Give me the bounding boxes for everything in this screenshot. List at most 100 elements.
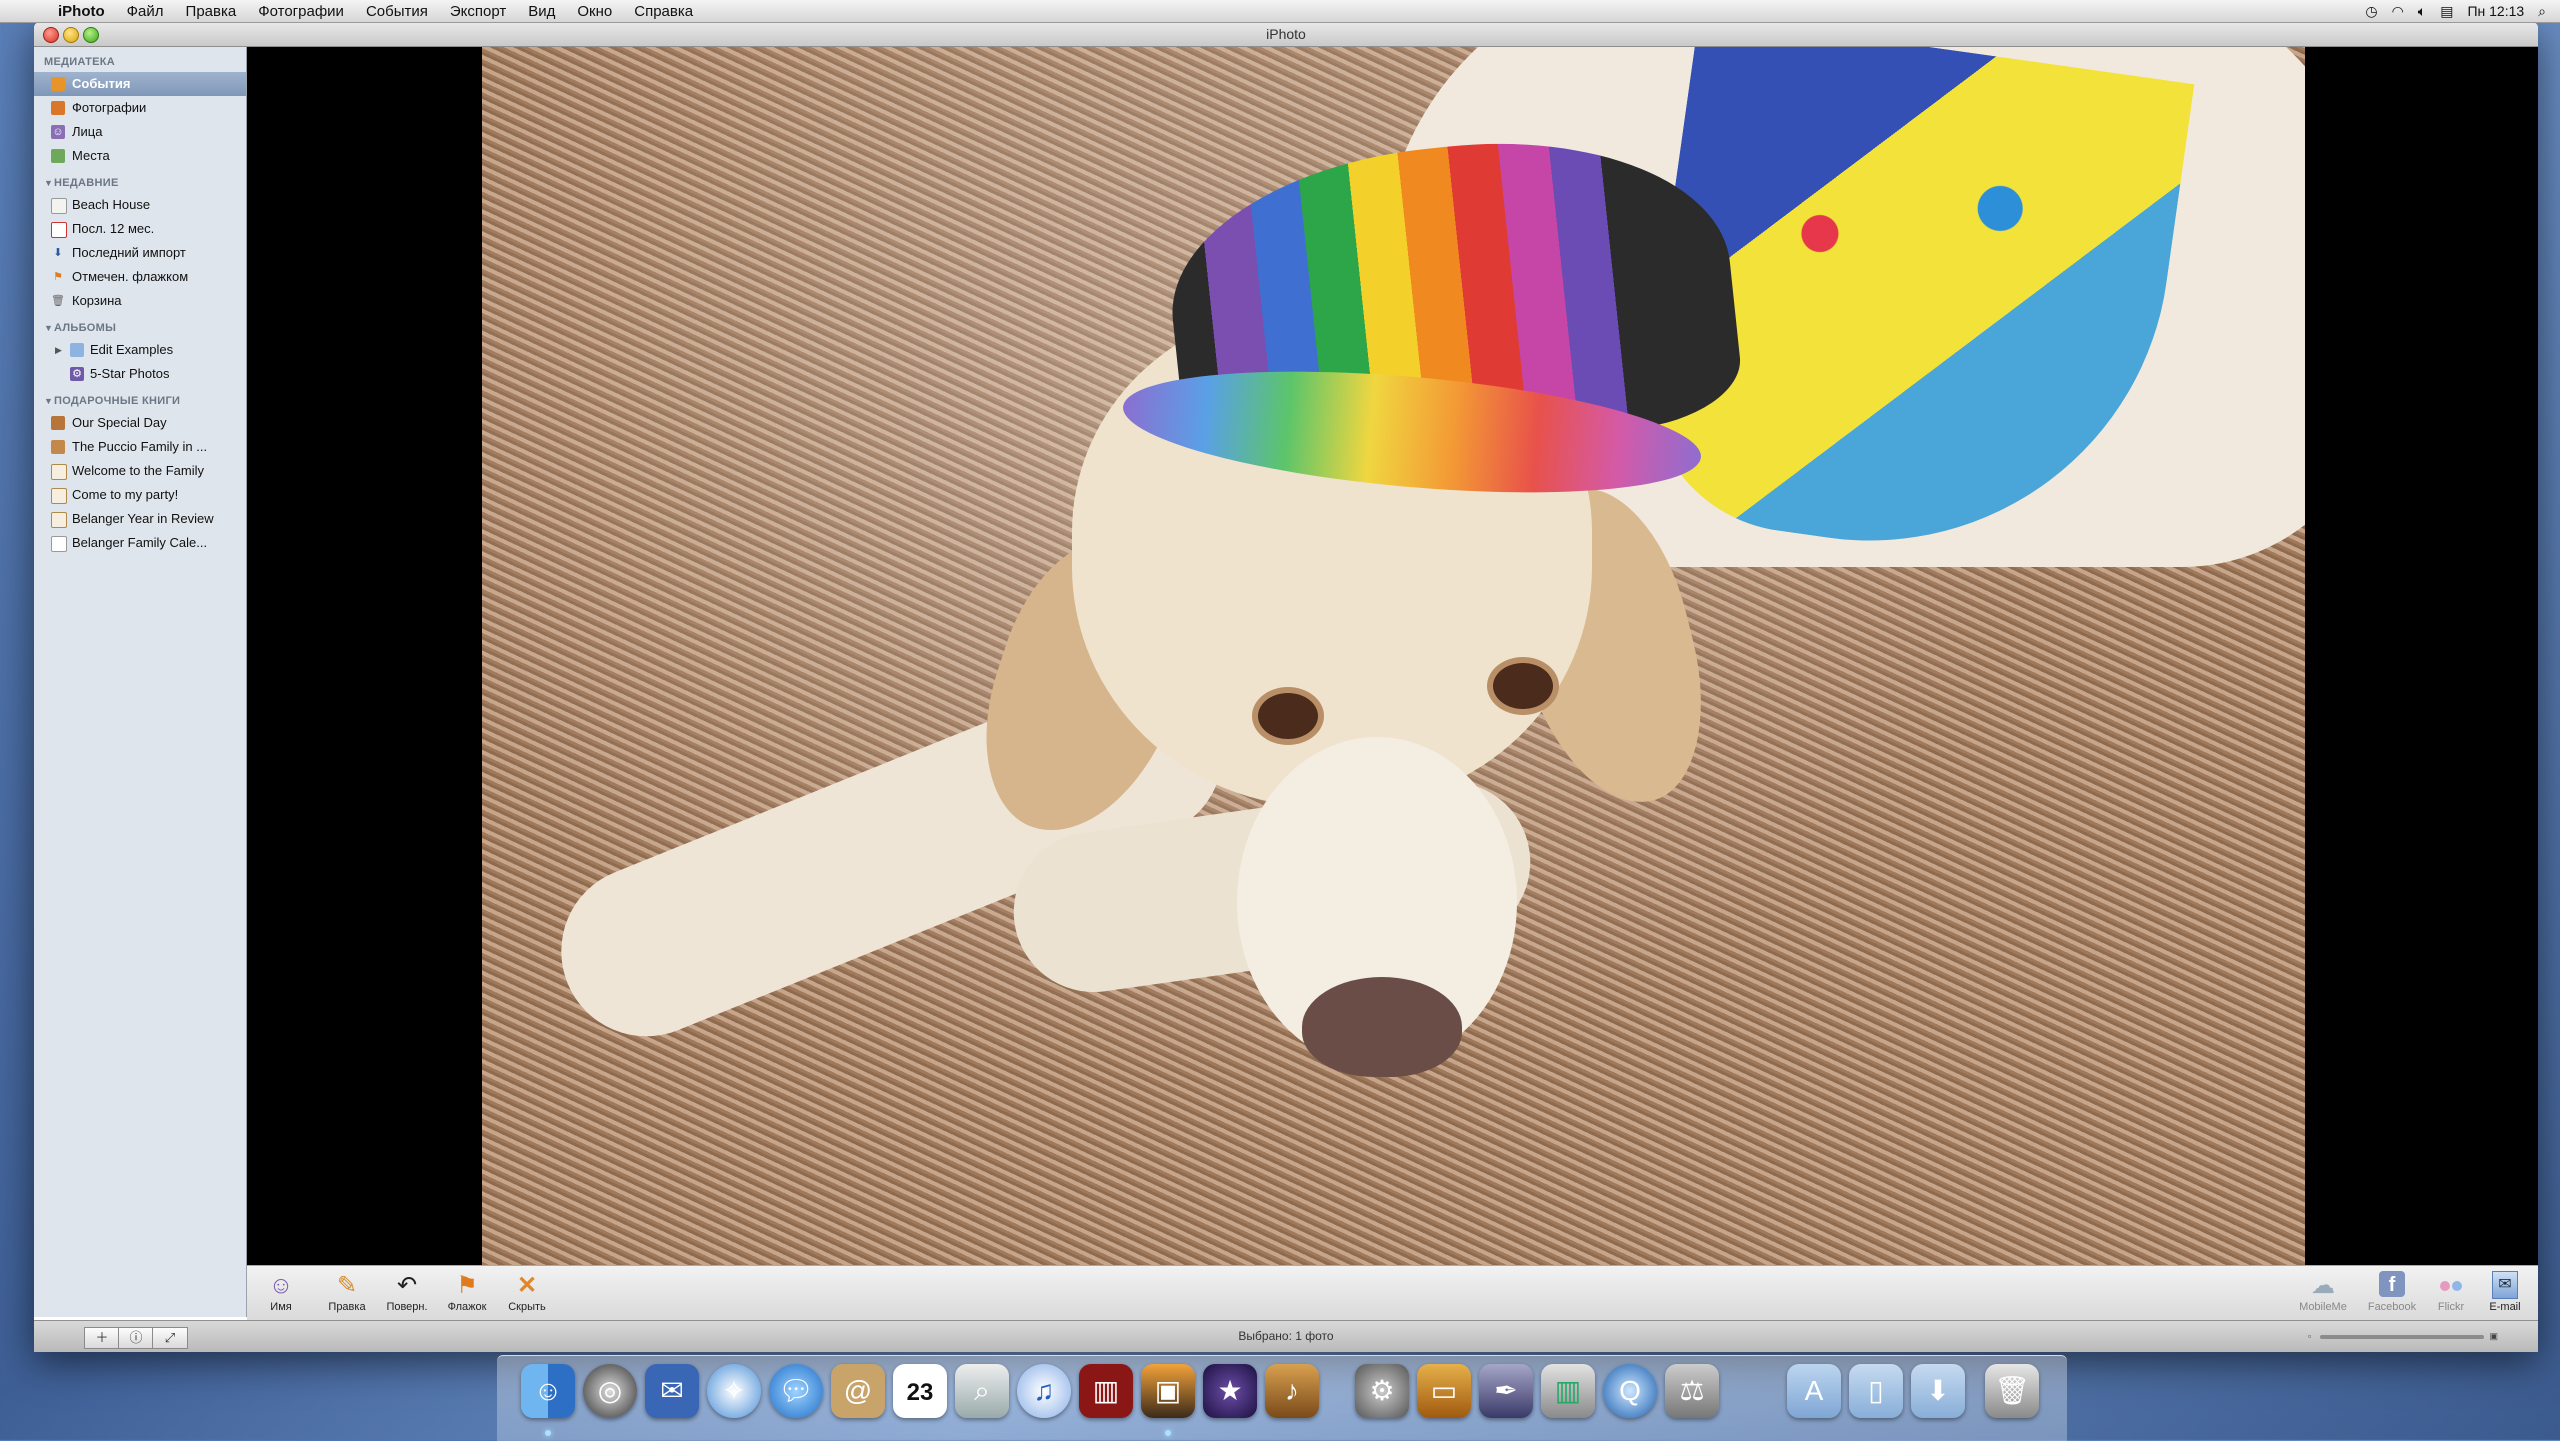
sidebar-item-last-12-months[interactable]: Посл. 12 мес.: [34, 217, 242, 241]
flag-button[interactable]: ⚑ Флажок: [437, 1271, 497, 1313]
volume-icon[interactable]: 🔈︎: [2418, 3, 2426, 20]
photo-viewer[interactable]: [247, 47, 2538, 1265]
sidebar-item-book[interactable]: The Puccio Family in ...: [34, 435, 242, 459]
menu-export[interactable]: Экспорт: [450, 3, 506, 20]
applications-folder-icon[interactable]: A: [1787, 1364, 1841, 1418]
sidebar-item-label: События: [72, 76, 131, 91]
disclosure-triangle-icon[interactable]: ▼: [44, 323, 54, 333]
garageband-icon[interactable]: ♪: [1265, 1364, 1319, 1418]
folder-disclosure-icon[interactable]: ▶: [55, 338, 62, 362]
time-machine-icon[interactable]: ◷: [2365, 3, 2377, 20]
downloads-folder-icon[interactable]: ⬇: [1911, 1364, 1965, 1418]
menu-file[interactable]: Файл: [127, 3, 164, 20]
sidebar-item-label: Отмечен. флажком: [72, 269, 189, 284]
sidebar-item-label: Our Special Day: [72, 415, 167, 430]
sidebar-item-calendar[interactable]: Belanger Family Cale...: [34, 531, 242, 555]
sidebar-item-edit-examples[interactable]: ▶ Edit Examples: [34, 338, 242, 362]
address-book-icon[interactable]: @: [831, 1364, 885, 1418]
name-button[interactable]: ☺ Имя: [251, 1271, 311, 1313]
flag-input-icon[interactable]: ▤: [2440, 3, 2453, 20]
preview-icon[interactable]: ⌕: [955, 1364, 1009, 1418]
selection-status: Выбрано: 1 фото: [1238, 1329, 1334, 1343]
menu-events[interactable]: События: [366, 3, 428, 20]
ichat-icon[interactable]: 💬︎: [769, 1364, 823, 1418]
sidebar-item-last-import[interactable]: ⬇ Последний импорт: [34, 241, 242, 265]
utilities-icon[interactable]: ⚖: [1665, 1364, 1719, 1418]
section-recent[interactable]: ▼НЕДАВНИЕ: [44, 177, 246, 189]
documents-folder-icon[interactable]: ▯: [1849, 1364, 1903, 1418]
sidebar-item-label: Welcome to the Family: [72, 463, 204, 478]
sidebar-item-label: Посл. 12 мес.: [72, 221, 155, 236]
sidebar-item-card[interactable]: Welcome to the Family: [34, 459, 242, 483]
sidebar-item-photos[interactable]: Фотографии: [34, 96, 242, 120]
sidebar-item-events[interactable]: События: [34, 72, 246, 96]
sidebar-item-card[interactable]: Come to my party!: [34, 483, 242, 507]
status-bar: ＋ ⓘ ⤢ Выбрано: 1 фото ▫ ▣: [34, 1320, 2538, 1352]
ical-icon[interactable]: 23: [893, 1364, 947, 1418]
sidebar-item-card[interactable]: Belanger Year in Review: [34, 507, 242, 531]
trash-icon[interactable]: 🗑︎: [1985, 1364, 2039, 1418]
clock[interactable]: Пн 12:13: [2467, 3, 2524, 19]
trash-icon: 🗑︎: [51, 295, 65, 307]
menu-help[interactable]: Справка: [634, 3, 693, 20]
keynote-icon[interactable]: ▭: [1417, 1364, 1471, 1418]
menu-photos[interactable]: Фотографии: [258, 3, 344, 20]
sidebar-item-book[interactable]: Our Special Day: [34, 411, 242, 435]
menu-window[interactable]: Окно: [577, 3, 612, 20]
disclosure-triangle-icon[interactable]: ▼: [44, 396, 54, 406]
pencil-icon: ✎: [336, 1272, 358, 1299]
flag-icon: ⚑: [456, 1272, 478, 1299]
numbers-icon[interactable]: ▥: [1541, 1364, 1595, 1418]
wifi-icon[interactable]: ◠: [2392, 3, 2404, 20]
sidebar-item-beach-house[interactable]: Beach House: [34, 193, 242, 217]
book-icon: [51, 440, 65, 454]
mobileme-button[interactable]: ☁ MobileMe: [2291, 1271, 2355, 1313]
pages-icon[interactable]: ✒: [1479, 1364, 1533, 1418]
card-icon: [51, 512, 67, 528]
menu-app-name[interactable]: iPhoto: [58, 3, 105, 20]
edit-button[interactable]: ✎ Правка: [317, 1271, 377, 1313]
email-button[interactable]: ✉ E-mail: [2473, 1271, 2537, 1313]
imovie-icon[interactable]: ★: [1203, 1364, 1257, 1418]
sidebar-item-label: 5-Star Photos: [90, 366, 170, 381]
rotate-button[interactable]: ↶ Поверн.: [377, 1271, 437, 1313]
facebook-button[interactable]: f Facebook: [2360, 1271, 2424, 1313]
iphoto-window: iPhoto МЕДИАТЕКА События Фотографии ☺ Ли…: [34, 22, 2538, 1352]
system-preferences-icon[interactable]: ⚙: [1355, 1364, 1409, 1418]
sidebar-item-places[interactable]: Места: [34, 144, 242, 168]
dog-nose-shape: [1302, 977, 1462, 1077]
cloud-icon: ☁: [2311, 1272, 2335, 1299]
section-books[interactable]: ▼ПОДАРОЧНЫЕ КНИГИ: [44, 395, 246, 407]
sidebar-item-trash[interactable]: 🗑︎ Корзина: [34, 289, 242, 313]
large-thumb-icon: ▣: [2489, 1331, 2498, 1341]
flag-icon: ⚑: [53, 271, 63, 283]
sidebar-item-label: Beach House: [72, 197, 151, 212]
sidebar-item-5-star[interactable]: ⚙ 5-Star Photos: [34, 362, 242, 386]
sidebar-item-flagged[interactable]: ⚑ Отмечен. флажком: [34, 265, 242, 289]
rotate-icon: ↶: [396, 1272, 418, 1299]
spotlight-icon[interactable]: ⌕: [2538, 3, 2546, 20]
finder-icon[interactable]: ☺: [521, 1364, 575, 1418]
hide-button[interactable]: ✕ Скрыть: [497, 1271, 557, 1313]
title-bar[interactable]: iPhoto: [34, 22, 2538, 47]
menu-view[interactable]: Вид: [528, 3, 555, 20]
faces-icon: ☺: [268, 1272, 294, 1299]
menu-edit[interactable]: Правка: [186, 3, 237, 20]
sidebar-item-label: Come to my party!: [72, 487, 179, 502]
itunes-icon[interactable]: ♫: [1017, 1364, 1071, 1418]
dock: ☺ ◎ ✉ ✧ 💬︎ @ 23 ⌕ ♫ ▥ ▣ ★ ♪ ⚙ ▭ ✒ ▥ Q ⚖ …: [497, 1355, 2067, 1441]
slider-track[interactable]: [2320, 1335, 2484, 1339]
iphoto-icon[interactable]: ▣: [1141, 1364, 1195, 1418]
quicktime-icon[interactable]: Q: [1603, 1364, 1657, 1418]
front-row-icon[interactable]: ▥: [1079, 1364, 1133, 1418]
mail-icon[interactable]: ✉: [645, 1364, 699, 1418]
dashboard-icon[interactable]: ◎: [583, 1364, 637, 1418]
dog-photo[interactable]: [482, 47, 2305, 1265]
calendar-icon: [51, 536, 67, 552]
section-albums[interactable]: ▼АЛЬБОМЫ: [44, 322, 246, 334]
zoom-slider[interactable]: ▫ ▣: [2308, 1331, 2498, 1343]
sidebar-item-label: Фотографии: [72, 100, 147, 115]
disclosure-triangle-icon[interactable]: ▼: [44, 178, 54, 188]
sidebar-item-faces[interactable]: ☺ Лица: [34, 120, 242, 144]
safari-icon[interactable]: ✧: [707, 1364, 761, 1418]
